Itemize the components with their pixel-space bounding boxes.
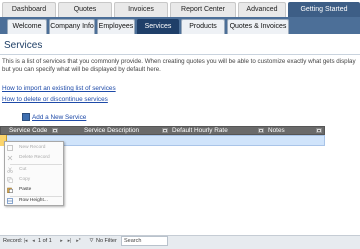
- menu-item-row-height[interactable]: Row Height...: [5, 196, 63, 206]
- record-label: Record:: [3, 238, 23, 244]
- description-line-1: This is a list of services that you comm…: [2, 58, 356, 65]
- import-services-link[interactable]: How to import an existing list of servic…: [2, 85, 116, 92]
- col-notes[interactable]: Notes: [268, 126, 285, 135]
- next-record-button[interactable]: ▸: [58, 237, 65, 245]
- col-default-hourly-rate[interactable]: Default Hourly Rate: [172, 126, 228, 135]
- col-default-hourly-rate-dropdown-icon[interactable]: ▾: [258, 128, 264, 133]
- menu-item-label: Row Height...: [19, 198, 48, 203]
- tab-report-center[interactable]: Report Center: [170, 2, 236, 17]
- tab-getting-started[interactable]: Getting Started: [288, 2, 360, 17]
- menu-item-cut[interactable]: Cut: [5, 165, 63, 175]
- menu-item-label: Cut: [19, 167, 27, 172]
- menu-item-label: New Record: [19, 145, 46, 150]
- page-title: Services: [4, 40, 43, 51]
- tab-invoices[interactable]: Invoices: [114, 2, 168, 17]
- description: This is a list of services that you comm…: [2, 58, 360, 74]
- subtab-products[interactable]: Products: [181, 19, 225, 34]
- tab-advanced[interactable]: Advanced: [238, 2, 286, 17]
- previous-record-button[interactable]: ◂: [30, 237, 37, 245]
- menu-item-label: Paste: [19, 187, 32, 192]
- title-divider: [0, 54, 360, 55]
- copy-icon: [7, 177, 13, 183]
- col-service-code[interactable]: Service Code: [9, 126, 47, 135]
- subtab-company-info[interactable]: Company Info: [49, 19, 95, 34]
- menu-item-label: Copy: [19, 177, 31, 182]
- tab-quotes[interactable]: Quotes: [58, 2, 112, 17]
- col-notes-dropdown-icon[interactable]: ▾: [316, 128, 322, 133]
- add-service-icon[interactable]: [22, 113, 30, 121]
- delete-record-icon: [7, 155, 13, 161]
- col-service-description[interactable]: Service Description: [84, 126, 139, 135]
- add-new-service-link[interactable]: Add a New Service: [32, 114, 86, 121]
- menu-item-copy[interactable]: Copy: [5, 175, 63, 185]
- col-service-code-dropdown-icon[interactable]: ▾: [52, 128, 58, 133]
- subtab-welcome[interactable]: Welcome: [7, 19, 47, 34]
- paste-icon: [7, 187, 13, 193]
- tab-dashboard[interactable]: Dashboard: [2, 2, 56, 17]
- col-service-description-dropdown-icon[interactable]: ▾: [162, 128, 168, 133]
- subtab-quotes-invoices[interactable]: Quotes & Invoices: [227, 19, 289, 34]
- menu-item-label: Delete Record: [19, 155, 50, 160]
- subtab-employees[interactable]: Employees: [97, 19, 135, 34]
- delete-services-link[interactable]: How to delete or discontinue services: [2, 96, 108, 103]
- row-height-icon: [7, 198, 13, 204]
- new-blank-record-button[interactable]: ▸*: [75, 237, 82, 245]
- status-bar: [0, 235, 360, 249]
- menu-item-delete-record[interactable]: Delete Record: [5, 153, 63, 163]
- description-line-2: but you can specify what will be display…: [2, 66, 161, 73]
- first-record-button[interactable]: |◂: [22, 237, 29, 245]
- last-record-button[interactable]: ▸|: [66, 237, 73, 245]
- scissors-icon: [7, 167, 13, 173]
- filter-status[interactable]: No Filter: [96, 238, 117, 244]
- menu-item-paste[interactable]: Paste: [5, 185, 63, 195]
- subtab-services[interactable]: Services: [137, 19, 179, 34]
- menu-item-new-record[interactable]: New Record: [5, 143, 63, 153]
- search-input[interactable]: Search: [121, 236, 168, 246]
- filter-icon[interactable]: ⛛: [88, 237, 95, 245]
- record-position[interactable]: 1 of 1: [38, 238, 52, 244]
- new-record-icon: [7, 145, 13, 151]
